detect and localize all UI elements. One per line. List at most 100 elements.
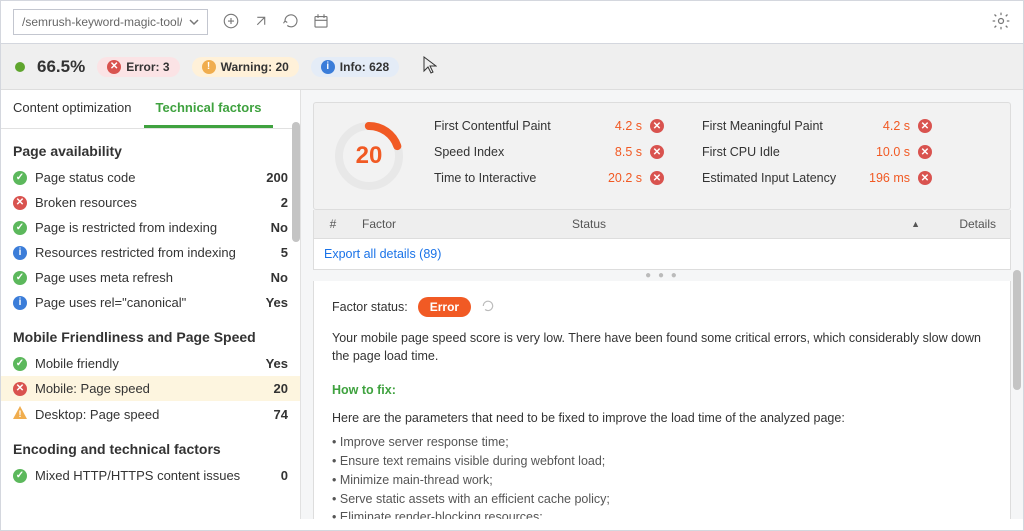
warning-icon: !: [202, 60, 216, 74]
factor-table-header: # Factor Status ▲ Details: [313, 210, 1011, 239]
metric-fci: First CPU Idle 10.0 s ✕: [702, 145, 932, 159]
metric-name: First Contentful Paint: [434, 119, 584, 133]
row-value: 74: [260, 407, 288, 422]
info-icon: i: [321, 60, 335, 74]
error-icon: ✕: [918, 171, 932, 185]
summary-bar: 66.5% ✕ Error: 3 ! Warning: 20 i Info: 6…: [1, 44, 1023, 90]
list-item: Serve static assets with an efficient ca…: [332, 490, 992, 509]
error-icon: ✕: [13, 382, 27, 396]
main-panel: 20 First Contentful Paint 4.2 s ✕ Speed …: [301, 90, 1023, 519]
chevron-down-icon[interactable]: [189, 15, 199, 30]
tab-content-optimization[interactable]: Content optimization: [1, 90, 144, 128]
metric-tti: Time to Interactive 20.2 s ✕: [434, 171, 664, 185]
row-page-status-code[interactable]: ✓ Page status code 200: [1, 165, 300, 190]
row-value: 2: [260, 195, 288, 210]
metric-name: Speed Index: [434, 145, 584, 159]
how-to-fix-heading: How to fix:: [332, 383, 992, 397]
col-details[interactable]: Details: [930, 210, 1010, 238]
row-label: Mobile friendly: [35, 356, 252, 371]
row-broken-resources[interactable]: ✕ Broken resources 2: [1, 190, 300, 215]
main-scrollbar[interactable]: [1013, 270, 1021, 390]
status-dot-icon: [15, 62, 25, 72]
error-icon: ✕: [650, 119, 664, 133]
tab-technical-factors[interactable]: Technical factors: [144, 90, 274, 128]
section-mobile-speed: Mobile Friendliness and Page Speed: [1, 315, 300, 351]
info-icon: i: [13, 296, 27, 310]
row-label: Mobile: Page speed: [35, 381, 252, 396]
metric-eil: Estimated Input Latency 196 ms ✕: [702, 171, 932, 185]
row-meta-refresh[interactable]: ✓ Page uses meta refresh No: [1, 265, 300, 290]
share-icon[interactable]: [252, 12, 270, 33]
factor-detail-panel: Factor status: Error Your mobile page sp…: [313, 281, 1011, 519]
path-selector[interactable]: [13, 9, 208, 35]
export-all-link[interactable]: Export all details (89): [313, 239, 1011, 270]
row-value: 5: [260, 245, 288, 260]
list-item: Ensure text remains visible during webfo…: [332, 452, 992, 471]
factor-description: Your mobile page speed score is very low…: [332, 329, 992, 365]
warnings-pill[interactable]: ! Warning: 20: [192, 57, 299, 77]
row-label: Page uses rel="canonical": [35, 295, 252, 310]
factor-status-label: Factor status:: [332, 300, 408, 314]
row-mobile-page-speed[interactable]: ✕ Mobile: Page speed 20: [1, 376, 300, 401]
refresh-icon[interactable]: [282, 12, 300, 33]
col-status[interactable]: Status ▲: [562, 210, 930, 238]
list-item: Improve server response time;: [332, 433, 992, 452]
metric-name: Estimated Input Latency: [702, 171, 852, 185]
error-icon: ✕: [650, 145, 664, 159]
col-factor[interactable]: Factor: [352, 210, 562, 238]
metric-value: 4.2 s: [592, 119, 642, 133]
check-icon: ✓: [13, 469, 27, 483]
warnings-label: Warning: 20: [221, 60, 289, 74]
errors-pill[interactable]: ✕ Error: 3: [97, 57, 179, 77]
row-page-restricted[interactable]: ✓ Page is restricted from indexing No: [1, 215, 300, 240]
error-icon: ✕: [650, 171, 664, 185]
row-rel-canonical[interactable]: i Page uses rel="canonical" Yes: [1, 290, 300, 315]
fix-bullets: Improve server response time; Ensure tex…: [332, 433, 992, 519]
row-desktop-page-speed[interactable]: ! Desktop: Page speed 74: [1, 401, 300, 427]
path-input[interactable]: [22, 15, 182, 29]
warning-icon: !: [13, 406, 27, 422]
error-icon: ✕: [13, 196, 27, 210]
info-pill[interactable]: i Info: 628: [311, 57, 399, 77]
gear-icon[interactable]: [991, 11, 1011, 34]
row-value: No: [260, 220, 288, 235]
drag-handle-icon[interactable]: ● ● ●: [313, 270, 1011, 281]
row-label: Page is restricted from indexing: [35, 220, 252, 235]
col-number[interactable]: #: [314, 210, 352, 238]
overall-percent: 66.5%: [37, 57, 85, 77]
row-resources-restricted[interactable]: i Resources restricted from indexing 5: [1, 240, 300, 265]
metric-value: 20.2 s: [592, 171, 642, 185]
errors-label: Error: 3: [126, 60, 169, 74]
sidebar-scrollbar[interactable]: [292, 122, 300, 242]
score-value: 20: [332, 119, 406, 193]
fix-intro: Here are the parameters that need to be …: [332, 409, 992, 427]
list-item: Minimize main-thread work;: [332, 471, 992, 490]
add-icon[interactable]: [222, 12, 240, 33]
error-icon: ✕: [918, 145, 932, 159]
error-icon: ✕: [918, 119, 932, 133]
metric-fcp: First Contentful Paint 4.2 s ✕: [434, 119, 664, 133]
row-label: Mixed HTTP/HTTPS content issues: [35, 468, 252, 483]
check-icon: ✓: [13, 357, 27, 371]
sidebar-tabs: Content optimization Technical factors: [1, 90, 300, 129]
metric-speed-index: Speed Index 8.5 s ✕: [434, 145, 664, 159]
check-icon: ✓: [13, 171, 27, 185]
metric-name: First Meaningful Paint: [702, 119, 852, 133]
error-icon: ✕: [107, 60, 121, 74]
row-label: Page status code: [35, 170, 252, 185]
row-value: Yes: [260, 356, 288, 371]
calendar-icon[interactable]: [312, 12, 330, 33]
score-ring: 20: [332, 119, 406, 193]
refresh-icon[interactable]: [481, 299, 495, 316]
metric-value: 4.2 s: [860, 119, 910, 133]
metric-value: 196 ms: [860, 171, 910, 185]
row-label: Resources restricted from indexing: [35, 245, 252, 260]
row-value: No: [260, 270, 288, 285]
row-label: Broken resources: [35, 195, 252, 210]
row-mixed-content[interactable]: ✓ Mixed HTTP/HTTPS content issues 0: [1, 463, 300, 488]
row-label: Desktop: Page speed: [35, 407, 252, 422]
section-encoding: Encoding and technical factors: [1, 427, 300, 463]
metric-name: Time to Interactive: [434, 171, 584, 185]
section-page-availability: Page availability: [1, 129, 300, 165]
row-mobile-friendly[interactable]: ✓ Mobile friendly Yes: [1, 351, 300, 376]
